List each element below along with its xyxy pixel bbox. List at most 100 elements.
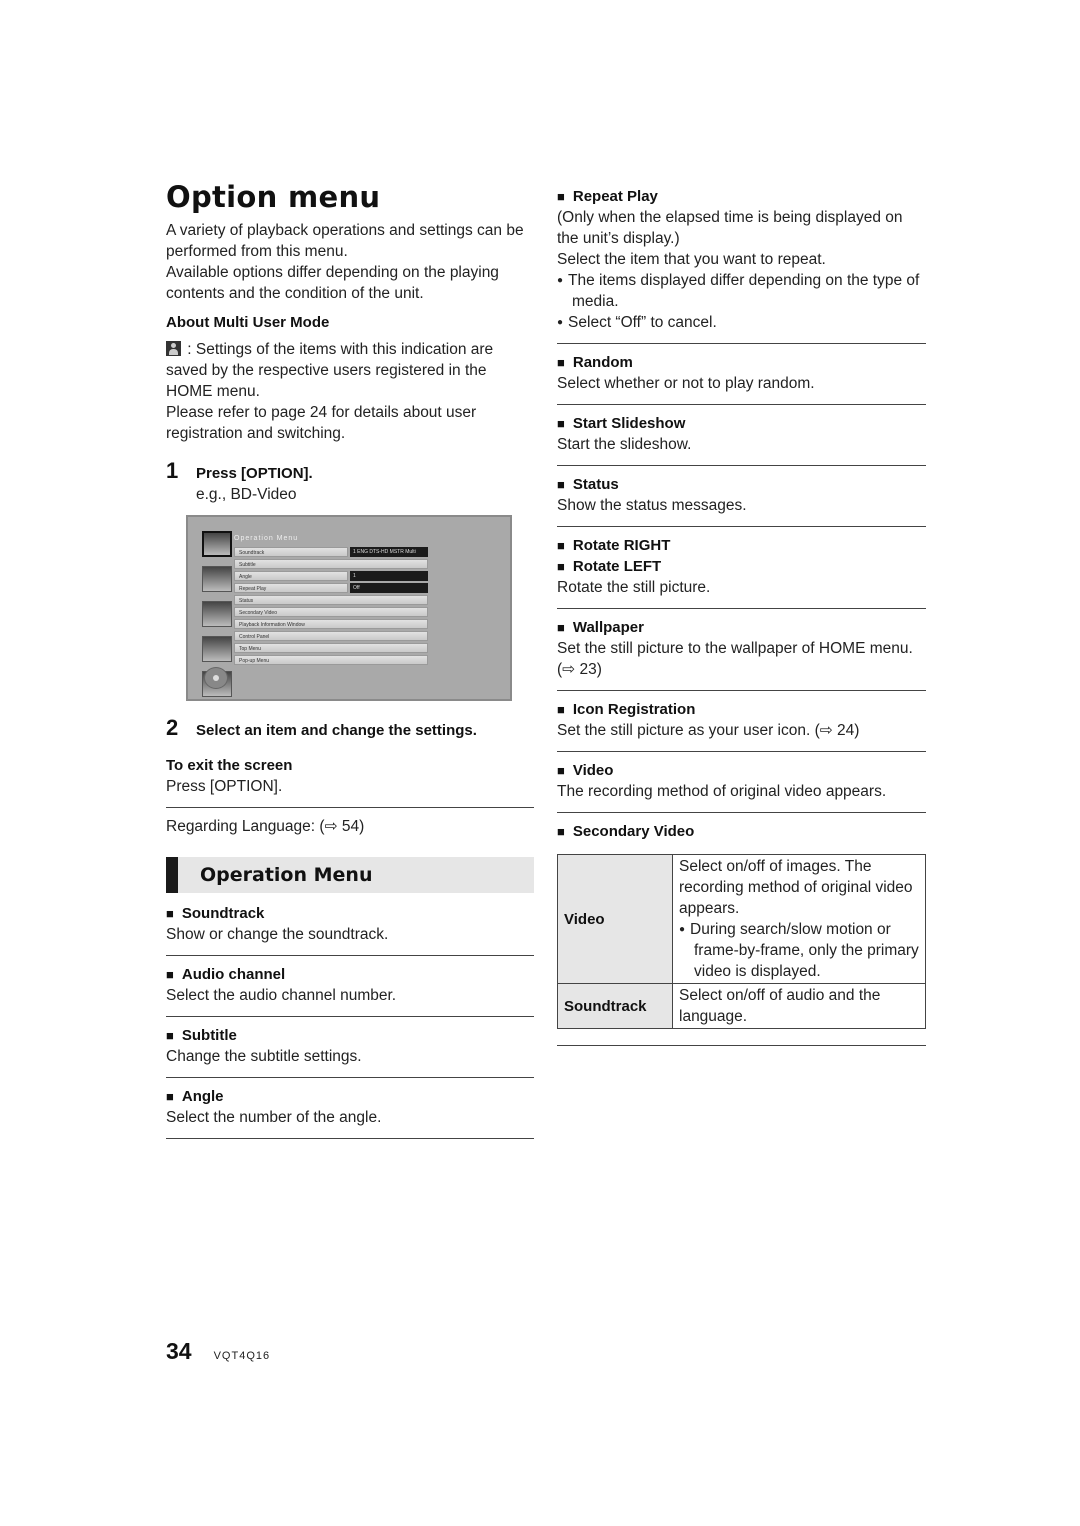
- menu-item-description: Random Select whether or not to play rand…: [557, 352, 926, 394]
- screen-menu-label: Soundtrack: [234, 547, 348, 557]
- item-heading: Secondary Video: [557, 821, 926, 842]
- item-heading: Icon Registration: [557, 699, 926, 720]
- screen-menu-row: Top Menu: [234, 643, 428, 653]
- step-2: 2 Select an item and change the settings…: [166, 715, 534, 741]
- section-header: Operation Menu: [166, 857, 534, 893]
- menu-item-description: Rotate RIGHTRotate LEFT Rotate the still …: [557, 535, 926, 598]
- divider: [166, 807, 534, 808]
- item-text: Show or change the soundtrack.: [166, 926, 389, 943]
- divider: [557, 1045, 926, 1046]
- screen-menu-value: Off: [350, 583, 428, 593]
- secondary-video-table: Video Select on/off of images. The recor…: [557, 854, 926, 1029]
- screen-menu-row: Status: [234, 595, 428, 605]
- item-text: Rotate the still picture.: [557, 579, 711, 596]
- item-heading: Subtitle: [166, 1025, 534, 1046]
- left-item-list: Soundtrack Show or change the soundtrack.…: [166, 903, 534, 1139]
- multi-user-text: : Settings of the items with this indica…: [166, 341, 494, 400]
- page-footer: 34 VQT4Q16: [166, 1338, 270, 1365]
- step-number: 1: [166, 458, 179, 483]
- item-text: Show the status messages.: [557, 497, 747, 514]
- step-example: e.g., BD-Video: [196, 486, 297, 503]
- item-text: Start the slideshow.: [557, 436, 692, 453]
- right-column: Repeat Play (Only when the elapsed time …: [557, 186, 926, 1054]
- menu-item-description: WallpaperSet the still picture to the wa…: [557, 617, 926, 680]
- menu-item-description: Video The recording method of original vi…: [557, 760, 926, 802]
- bullet-item: Select “Off” to cancel.: [557, 312, 926, 333]
- document-code: VQT4Q16: [213, 1350, 271, 1362]
- remote-navigation-icon: [204, 667, 228, 689]
- screen-menu-rows: Soundtrack 1 ENG DTS-HD MSTR Multi Subtitl…: [234, 547, 428, 667]
- item-heading: Repeat Play: [557, 186, 926, 207]
- item-heading: Start Slideshow: [557, 413, 926, 434]
- menu-item-description: Soundtrack Show or change the soundtrack.: [166, 903, 534, 945]
- divider: [557, 751, 926, 752]
- item-text: Select whether or not to play random.: [557, 375, 815, 392]
- item-text: Set the still picture as your user icon.…: [557, 722, 860, 739]
- divider: [557, 526, 926, 527]
- screen-menu-label: Control Panel: [234, 631, 428, 641]
- step-text: Press [OPTION].: [196, 465, 313, 482]
- item-text: Select the item that you want to repeat.: [557, 251, 826, 268]
- screen-menu-row: Playback Information Window: [234, 619, 428, 629]
- item-heading: Random: [557, 352, 926, 373]
- screen-menu-label: Status: [234, 595, 428, 605]
- user-icon: [166, 341, 181, 356]
- menu-item-description: Icon Registration Set the still picture a…: [557, 699, 926, 741]
- item-text: Change the subtitle settings.: [166, 1048, 362, 1065]
- divider: [166, 1138, 534, 1139]
- item-text: Select the audio channel number.: [166, 987, 397, 1004]
- screen-menu-row: Pop-up Menu: [234, 655, 428, 665]
- screen-menu-row: Soundtrack 1 ENG DTS-HD MSTR Multi: [234, 547, 428, 557]
- step-text: Select an item and change the settings.: [196, 722, 477, 739]
- disc-category-icon: [202, 601, 232, 627]
- step-number: 2: [166, 715, 179, 740]
- item-heading: Rotate LEFT: [557, 556, 926, 577]
- exit-heading: To exit the screen: [166, 757, 293, 774]
- video-category-icon: [202, 531, 232, 557]
- item-heading: Video: [557, 760, 926, 781]
- divider: [557, 690, 926, 691]
- item-heading: Soundtrack: [166, 903, 534, 924]
- intro-paragraph: Available options differ depending on th…: [166, 264, 499, 302]
- page-title: Option menu: [166, 180, 381, 214]
- screen-menu-row: Subtitle: [234, 559, 428, 569]
- menu-item-description: Subtitle Change the subtitle settings.: [166, 1025, 534, 1067]
- screen-menu-label: Repeat Play: [234, 583, 348, 593]
- screen-menu-label: Pop-up Menu: [234, 655, 428, 665]
- bullet-item: During search/slow motion or frame-by-fr…: [679, 919, 919, 982]
- right-item-list: Random Select whether or not to play rand…: [557, 352, 926, 813]
- picture-category-icon: [202, 566, 232, 592]
- bullet-item: The items displayed differ depending on …: [557, 270, 926, 312]
- repeat-play-item: Repeat Play (Only when the elapsed time …: [557, 186, 926, 333]
- menu-item-description: Angle Select the number of the angle.: [166, 1086, 534, 1128]
- divider: [557, 343, 926, 344]
- screen-menu-label: Top Menu: [234, 643, 428, 653]
- item-text: The recording method of original video a…: [557, 783, 887, 800]
- language-reference: Regarding Language: (⇨ 54): [166, 818, 365, 835]
- table-value: Select on/off of images. The recording m…: [672, 854, 926, 984]
- screen-menu-label: Secondary Video: [234, 607, 428, 617]
- intro-paragraph: A variety of playback operations and set…: [166, 222, 524, 260]
- step-1: 1 Press [OPTION].: [166, 458, 534, 484]
- item-text: (Only when the elapsed time is being dis…: [557, 209, 903, 247]
- divider: [557, 465, 926, 466]
- item-heading: Angle: [166, 1086, 534, 1107]
- screen-menu-row: Angle 1: [234, 571, 428, 581]
- exit-text: Press [OPTION].: [166, 778, 283, 795]
- divider: [557, 404, 926, 405]
- table-row: Soundtrack Select on/off of audio and th…: [557, 983, 926, 1029]
- screen-menu-row: Secondary Video: [234, 607, 428, 617]
- item-heading: Wallpaper: [557, 617, 926, 638]
- screen-menu-row: Repeat Play Off: [234, 583, 428, 593]
- operation-menu-screenshot: Operation Menu Soundtrack 1 ENG DTS-HD MS…: [186, 515, 512, 701]
- music-category-icon: [202, 636, 232, 662]
- menu-item-description: Start Slideshow Start the slideshow.: [557, 413, 926, 455]
- screen-menu-label: Angle: [234, 571, 348, 581]
- multi-user-heading: About Multi User Mode: [166, 314, 330, 331]
- screen-menu-value: 1 ENG DTS-HD MSTR Multi: [350, 547, 428, 557]
- divider: [166, 955, 534, 956]
- screen-menu-row: Control Panel: [234, 631, 428, 641]
- divider: [166, 1016, 534, 1017]
- screen-menu-label: Subtitle: [234, 559, 428, 569]
- menu-item-description: Audio channel Select the audio channel nu…: [166, 964, 534, 1006]
